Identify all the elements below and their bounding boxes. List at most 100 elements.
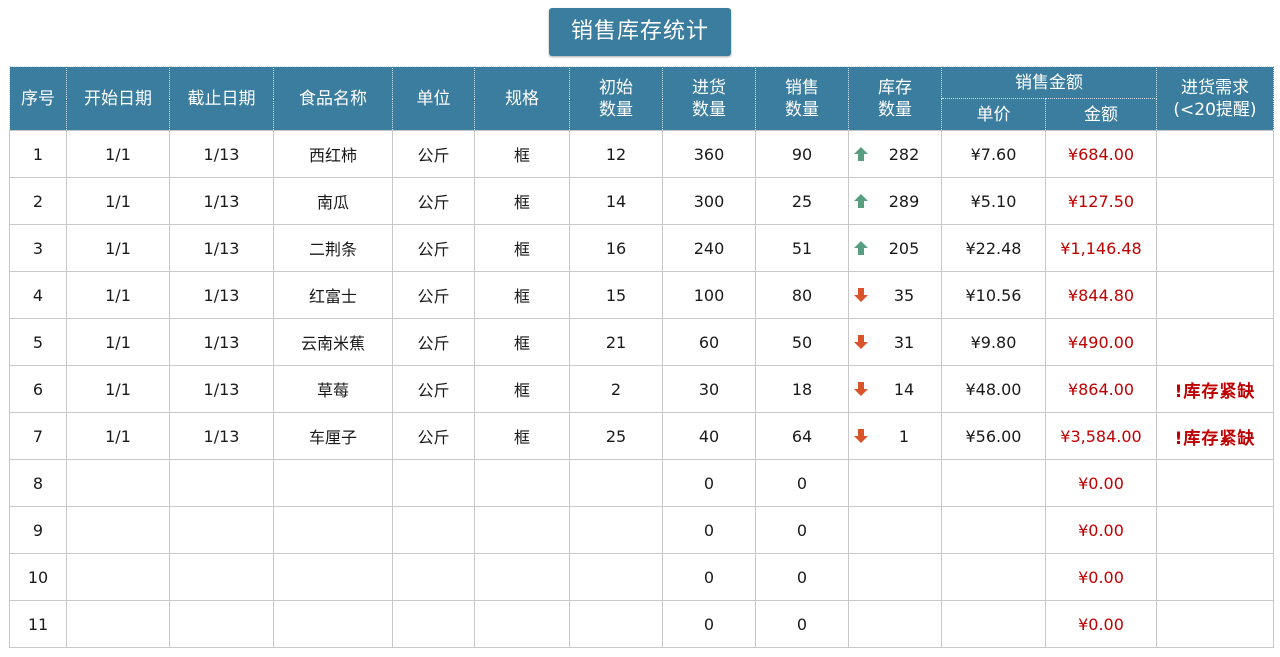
cell-unit-price[interactable]: ¥56.00 <box>941 412 1046 460</box>
cell-initial-qty[interactable]: 21 <box>569 318 663 366</box>
cell-spec[interactable]: 框 <box>474 177 570 225</box>
cell-purchase-qty[interactable]: 240 <box>662 224 756 272</box>
cell-food-name[interactable] <box>273 600 393 648</box>
cell-sales-qty[interactable]: 0 <box>755 506 849 554</box>
cell-initial-qty[interactable]: 14 <box>569 177 663 225</box>
cell-purchase-need[interactable] <box>1156 600 1274 648</box>
cell-unit-price[interactable]: ¥7.60 <box>941 130 1046 178</box>
cell-sales-qty[interactable]: 51 <box>755 224 849 272</box>
cell-amount[interactable]: ¥0.00 <box>1045 459 1157 507</box>
cell-purchase-qty[interactable]: 30 <box>662 365 756 413</box>
cell-initial-qty[interactable] <box>569 600 663 648</box>
cell-sales-qty[interactable]: 80 <box>755 271 849 319</box>
cell-start-date[interactable]: 1/1 <box>66 412 170 460</box>
cell-unit-price[interactable] <box>941 600 1046 648</box>
cell-sales-qty[interactable]: 25 <box>755 177 849 225</box>
cell-end-date[interactable] <box>169 506 274 554</box>
cell-purchase-need[interactable] <box>1156 318 1274 366</box>
cell-stock-qty[interactable]: 205 <box>848 224 942 272</box>
cell-stock-qty[interactable] <box>848 506 942 554</box>
cell-index[interactable]: 3 <box>9 224 67 272</box>
cell-unit-price[interactable]: ¥22.48 <box>941 224 1046 272</box>
cell-initial-qty[interactable]: 15 <box>569 271 663 319</box>
cell-spec[interactable] <box>474 459 570 507</box>
cell-food-name[interactable]: 南瓜 <box>273 177 393 225</box>
cell-start-date[interactable]: 1/1 <box>66 224 170 272</box>
cell-food-name[interactable] <box>273 553 393 601</box>
cell-stock-qty[interactable]: 14 <box>848 365 942 413</box>
cell-stock-qty[interactable]: 31 <box>848 318 942 366</box>
cell-unit[interactable]: 公斤 <box>392 365 475 413</box>
cell-purchase-need[interactable]: !库存紧缺 <box>1156 365 1274 413</box>
cell-index[interactable]: 6 <box>9 365 67 413</box>
cell-purchase-qty[interactable]: 0 <box>662 459 756 507</box>
cell-purchase-qty[interactable]: 40 <box>662 412 756 460</box>
cell-stock-qty[interactable] <box>848 553 942 601</box>
cell-end-date[interactable]: 1/13 <box>169 177 274 225</box>
cell-purchase-need[interactable] <box>1156 130 1274 178</box>
cell-unit[interactable]: 公斤 <box>392 318 475 366</box>
cell-unit[interactable]: 公斤 <box>392 224 475 272</box>
cell-index[interactable]: 7 <box>9 412 67 460</box>
cell-spec[interactable]: 框 <box>474 224 570 272</box>
cell-purchase-need[interactable] <box>1156 506 1274 554</box>
cell-spec[interactable]: 框 <box>474 412 570 460</box>
cell-end-date[interactable]: 1/13 <box>169 365 274 413</box>
cell-unit-price[interactable] <box>941 459 1046 507</box>
cell-sales-qty[interactable]: 0 <box>755 459 849 507</box>
cell-stock-qty[interactable] <box>848 600 942 648</box>
cell-sales-qty[interactable]: 64 <box>755 412 849 460</box>
cell-food-name[interactable]: 车厘子 <box>273 412 393 460</box>
cell-stock-qty[interactable]: 282 <box>848 130 942 178</box>
cell-purchase-qty[interactable]: 300 <box>662 177 756 225</box>
cell-spec[interactable] <box>474 553 570 601</box>
cell-purchase-qty[interactable]: 0 <box>662 600 756 648</box>
cell-spec[interactable]: 框 <box>474 318 570 366</box>
cell-unit[interactable] <box>392 459 475 507</box>
cell-end-date[interactable]: 1/13 <box>169 130 274 178</box>
cell-sales-qty[interactable]: 50 <box>755 318 849 366</box>
cell-unit-price[interactable] <box>941 506 1046 554</box>
cell-initial-qty[interactable]: 12 <box>569 130 663 178</box>
cell-start-date[interactable]: 1/1 <box>66 318 170 366</box>
cell-purchase-need[interactable] <box>1156 224 1274 272</box>
cell-spec[interactable] <box>474 600 570 648</box>
cell-purchase-qty[interactable]: 0 <box>662 506 756 554</box>
cell-end-date[interactable] <box>169 459 274 507</box>
cell-purchase-need[interactable] <box>1156 459 1274 507</box>
cell-food-name[interactable]: 二荆条 <box>273 224 393 272</box>
cell-purchase-qty[interactable]: 0 <box>662 553 756 601</box>
cell-start-date[interactable] <box>66 553 170 601</box>
cell-purchase-need[interactable] <box>1156 553 1274 601</box>
cell-food-name[interactable] <box>273 506 393 554</box>
cell-initial-qty[interactable] <box>569 506 663 554</box>
cell-purchase-qty[interactable]: 100 <box>662 271 756 319</box>
cell-purchase-need[interactable] <box>1156 177 1274 225</box>
cell-end-date[interactable]: 1/13 <box>169 412 274 460</box>
cell-unit-price[interactable]: ¥48.00 <box>941 365 1046 413</box>
cell-sales-qty[interactable]: 0 <box>755 553 849 601</box>
cell-unit[interactable]: 公斤 <box>392 177 475 225</box>
cell-end-date[interactable]: 1/13 <box>169 271 274 319</box>
cell-stock-qty[interactable] <box>848 459 942 507</box>
cell-initial-qty[interactable] <box>569 553 663 601</box>
cell-index[interactable]: 8 <box>9 459 67 507</box>
cell-food-name[interactable]: 红富士 <box>273 271 393 319</box>
cell-unit[interactable] <box>392 506 475 554</box>
cell-unit[interactable]: 公斤 <box>392 130 475 178</box>
cell-start-date[interactable]: 1/1 <box>66 177 170 225</box>
cell-amount[interactable]: ¥0.00 <box>1045 553 1157 601</box>
cell-food-name[interactable] <box>273 459 393 507</box>
cell-purchase-qty[interactable]: 360 <box>662 130 756 178</box>
cell-unit-price[interactable]: ¥9.80 <box>941 318 1046 366</box>
cell-end-date[interactable] <box>169 600 274 648</box>
cell-start-date[interactable] <box>66 600 170 648</box>
cell-spec[interactable]: 框 <box>474 130 570 178</box>
cell-unit[interactable] <box>392 553 475 601</box>
cell-start-date[interactable]: 1/1 <box>66 130 170 178</box>
cell-index[interactable]: 10 <box>9 553 67 601</box>
cell-unit[interactable]: 公斤 <box>392 271 475 319</box>
cell-sales-qty[interactable]: 18 <box>755 365 849 413</box>
cell-sales-qty[interactable]: 90 <box>755 130 849 178</box>
cell-index[interactable]: 9 <box>9 506 67 554</box>
